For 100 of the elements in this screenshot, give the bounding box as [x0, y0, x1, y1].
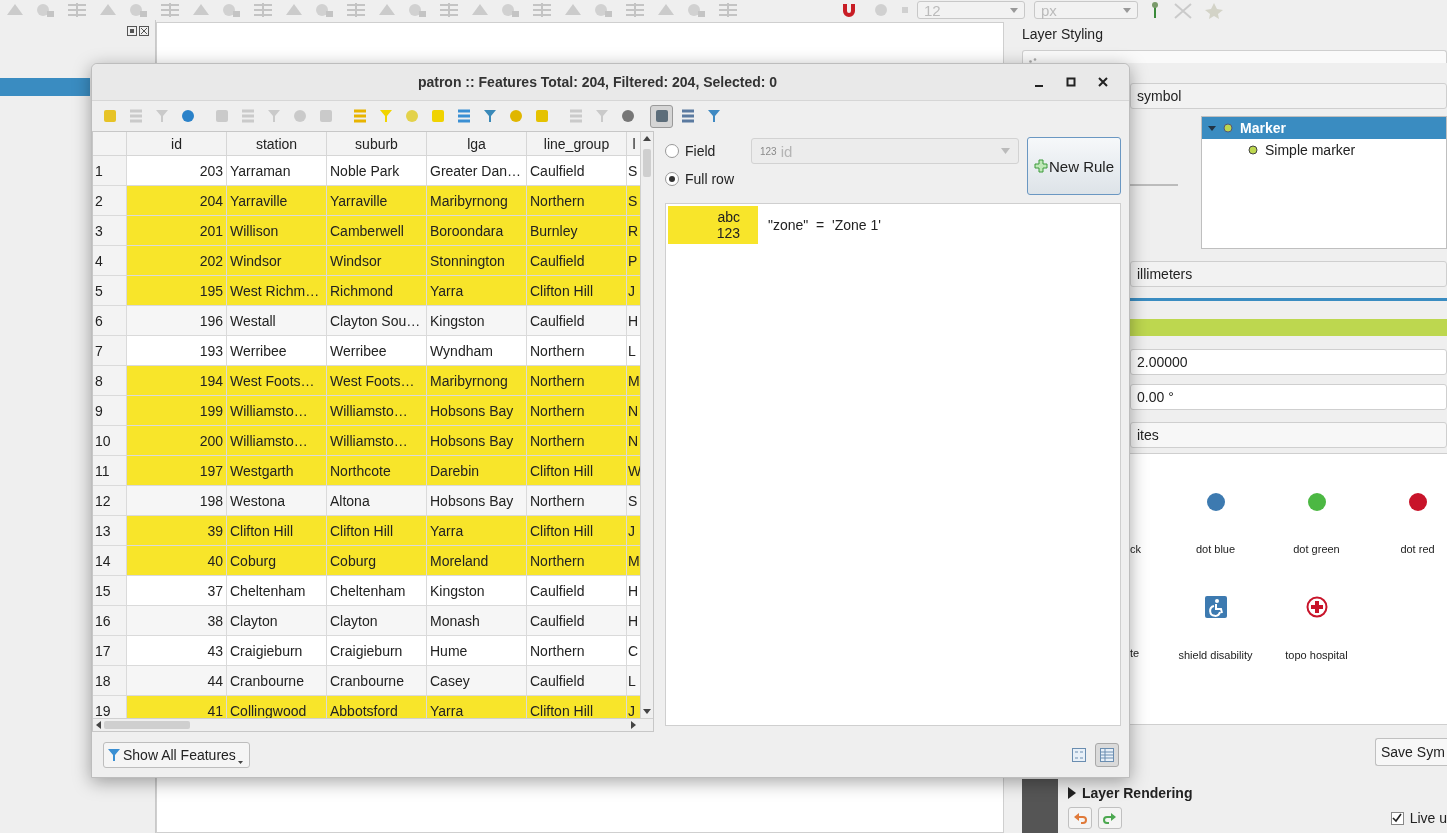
column-header[interactable]: l: [627, 132, 640, 156]
table-cell: 199: [127, 396, 227, 426]
symbol-label[interactable]: dot green: [1293, 542, 1340, 556]
horizontal-scrollbar[interactable]: [93, 718, 653, 731]
row-number[interactable]: 16: [93, 606, 127, 636]
row-number[interactable]: 12: [93, 486, 127, 516]
table-cell: L: [627, 666, 640, 696]
table-cell: Coburg: [227, 546, 327, 576]
new-rule-button[interactable]: New Rule: [1027, 137, 1121, 195]
table-cell: Willison: [227, 216, 327, 246]
unit-dropdown[interactable]: illimeters: [1130, 261, 1447, 287]
vertical-scrollbar[interactable]: [640, 132, 653, 718]
checkbox[interactable]: [1390, 811, 1404, 825]
row-number[interactable]: 2: [93, 186, 127, 216]
table-cell: Hume: [427, 636, 527, 666]
favorites-dropdown[interactable]: ites: [1130, 422, 1447, 448]
scroll-right-icon: [631, 721, 636, 729]
row-number[interactable]: 13: [93, 516, 127, 546]
table-cell: Moreland: [427, 546, 527, 576]
row-number[interactable]: 15: [93, 576, 127, 606]
undo-icon: [1073, 812, 1087, 824]
row-number[interactable]: 8: [93, 366, 127, 396]
table-cell: Northern: [527, 366, 627, 396]
symbol-label[interactable]: shield disability: [1178, 648, 1253, 662]
radio-option[interactable]: Full row: [665, 171, 743, 187]
table-cell: Clifton Hill: [527, 696, 627, 718]
row-number[interactable]: 4: [93, 246, 127, 276]
dot-icon: [1407, 492, 1428, 512]
radio-button[interactable]: [665, 172, 679, 186]
table-cell: 38: [127, 606, 227, 636]
tool-icon: [717, 2, 739, 18]
tree-item[interactable]: Marker: [1202, 117, 1446, 139]
symbol-label[interactable]: topo hospital: [1285, 648, 1348, 662]
column-header[interactable]: suburb: [327, 132, 427, 156]
tool-icon: [376, 2, 398, 18]
row-number[interactable]: 10: [93, 426, 127, 456]
tool-icon: [438, 2, 460, 18]
toolbar-button[interactable]: [650, 104, 673, 128]
symbol-label[interactable]: dot red: [1400, 542, 1435, 556]
scroll-thumb[interactable]: [643, 149, 651, 177]
table-cell: Clifton Hill: [527, 276, 627, 306]
layer-dropdown[interactable]: [1022, 50, 1447, 63]
table-cell: Westona: [227, 486, 327, 516]
tool-icon: [351, 108, 368, 124]
row-number[interactable]: 1: [93, 156, 127, 186]
column-header[interactable]: line_group: [527, 132, 627, 156]
table-cell: N: [627, 396, 640, 426]
slider-line-icon: [1130, 182, 1178, 187]
live-update-checkbox[interactable]: Live u: [1390, 810, 1447, 826]
undo-button[interactable]: [1068, 807, 1092, 829]
row-number[interactable]: 18: [93, 666, 127, 696]
tool-icon: [291, 108, 308, 124]
tool-icon: [533, 108, 550, 124]
row-number[interactable]: 6: [93, 306, 127, 336]
tool-icon: [624, 2, 646, 18]
table-view-button[interactable]: [1095, 742, 1119, 767]
rotation-field[interactable]: 0.00 °: [1130, 384, 1447, 410]
table-cell: Richmond: [327, 276, 427, 306]
section-header[interactable]: Layer Rendering: [1068, 785, 1447, 801]
column-header[interactable]: id: [127, 132, 227, 156]
tree-item[interactable]: Simple marker: [1202, 139, 1446, 161]
row-number[interactable]: 17: [93, 636, 127, 666]
table-cell: M: [627, 546, 640, 576]
table-cell: 198: [127, 486, 227, 516]
row-number[interactable]: 7: [93, 336, 127, 366]
scroll-thumb[interactable]: [104, 721, 190, 729]
table-cell: Westgarth: [227, 456, 327, 486]
row-number[interactable]: 3: [93, 216, 127, 246]
color-button[interactable]: [1130, 319, 1447, 336]
symbol-label[interactable]: ck: [1130, 542, 1141, 556]
column-header[interactable]: station: [227, 132, 327, 156]
table-cell: Caulfield: [527, 156, 627, 186]
maximize-icon: [1066, 77, 1076, 87]
redo-button[interactable]: [1098, 807, 1122, 829]
row-number[interactable]: 11: [93, 456, 127, 486]
style-preview[interactable]: abc 123: [668, 206, 758, 244]
radio-option[interactable]: Field: [665, 143, 743, 159]
symbol-label[interactable]: dot blue: [1195, 542, 1236, 556]
table-cell: J: [627, 696, 640, 718]
size-field[interactable]: 2.00000: [1130, 349, 1447, 375]
row-number[interactable]: 5: [93, 276, 127, 306]
symbol-type-dropdown[interactable]: symbol: [1130, 83, 1447, 109]
symbol-label[interactable]: te: [1130, 646, 1140, 660]
rule-expression[interactable]: "zone" = 'Zone 1': [768, 217, 881, 233]
table-cell: Yarra: [427, 696, 527, 718]
plus-icon: [1034, 159, 1048, 173]
radio-button[interactable]: [665, 144, 679, 158]
table-cell: Kingston: [427, 576, 527, 606]
show-features-button[interactable]: Show All Features: [103, 741, 250, 768]
row-number[interactable]: 9: [93, 396, 127, 426]
table-cell: Yarraville: [227, 186, 327, 216]
row-number[interactable]: 14: [93, 546, 127, 576]
row-number[interactable]: 19: [93, 696, 127, 718]
table-cell: Hobsons Bay: [427, 396, 527, 426]
minimize-icon: [1034, 85, 1044, 87]
save-symbol-button[interactable]: Save Sym: [1375, 738, 1447, 766]
tool-icon: [686, 2, 708, 18]
table-cell: Cheltenham: [327, 576, 427, 606]
table-cell: J: [627, 276, 640, 306]
column-header[interactable]: lga: [427, 132, 527, 156]
